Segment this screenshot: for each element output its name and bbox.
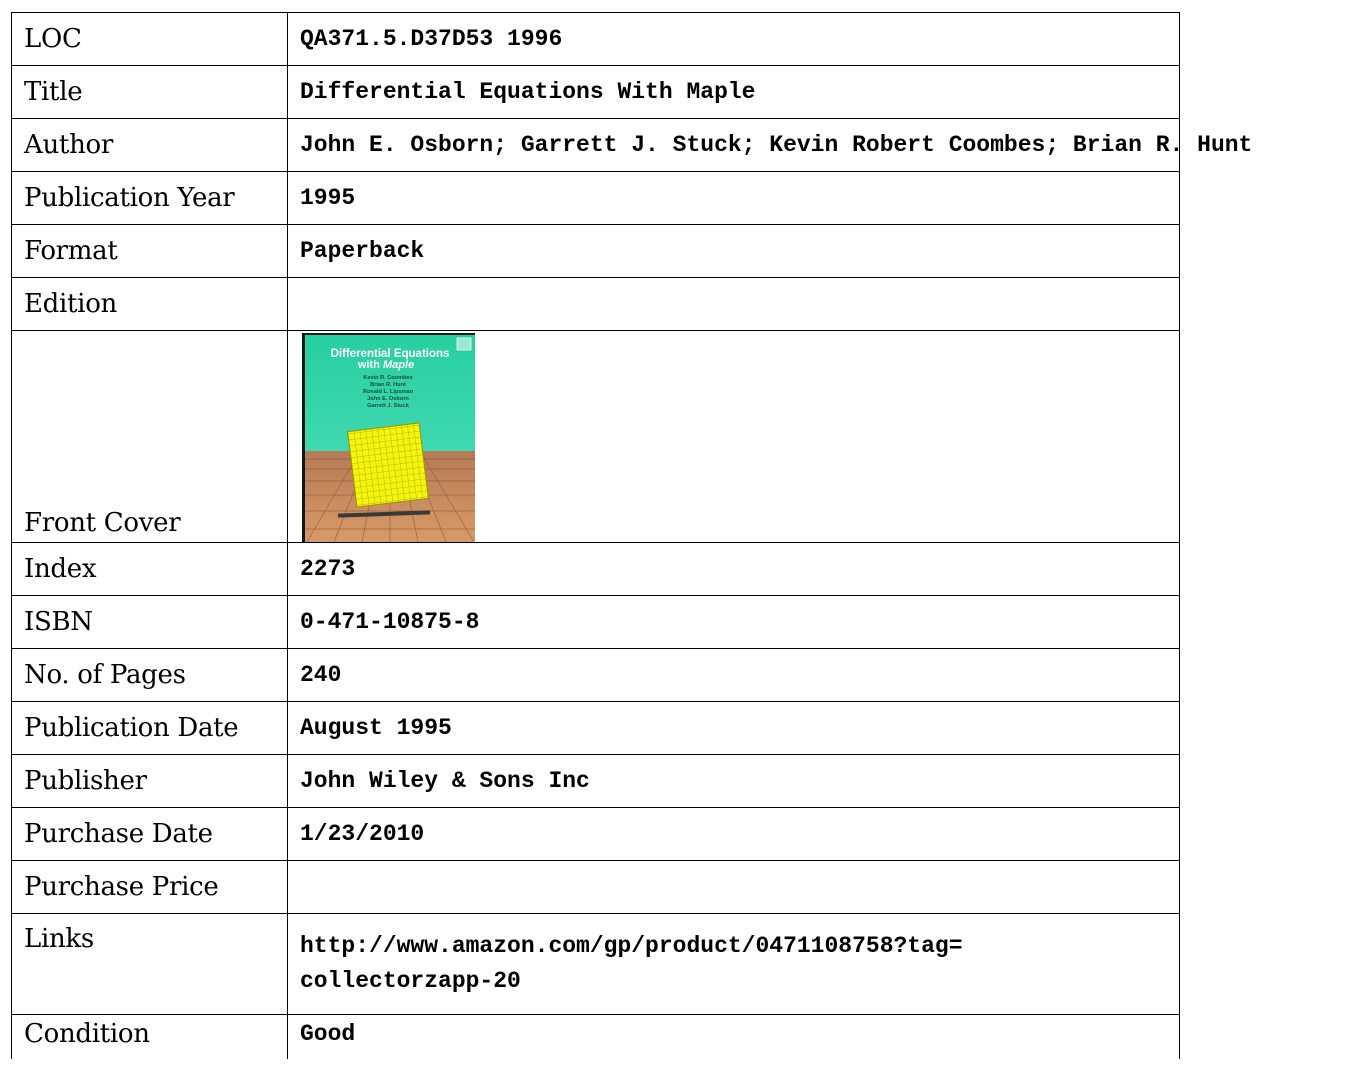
row-author: Author John E. Osborn; Garrett J. Stuck;… — [11, 118, 1252, 172]
row-publisher: Publisher John Wiley & Sons Inc — [11, 754, 1180, 808]
purchase-date-label: Purchase Date — [11, 807, 288, 861]
author-value: John E. Osborn; Garrett J. Stuck; Kevin … — [287, 118, 1252, 172]
links-value[interactable]: http://www.amazon.com/gp/product/0471108… — [287, 913, 1180, 1015]
publisher-value: John Wiley & Sons Inc — [287, 754, 1180, 808]
publisher-label: Publisher — [11, 754, 288, 808]
condition-label: Condition — [11, 1014, 288, 1059]
row-publication-year: Publication Year 1995 — [11, 171, 1180, 225]
format-value: Paperback — [287, 224, 1180, 278]
format-label: Format — [11, 224, 288, 278]
index-value: 2273 — [287, 542, 1180, 596]
row-links: Links http://www.amazon.com/gp/product/0… — [11, 913, 1180, 1015]
publication-year-value: 1995 — [287, 171, 1180, 225]
cover-author-5: Garrett J. Stuck — [367, 403, 410, 409]
purchase-price-value — [287, 860, 1180, 914]
cover-title-line2: with Maple — [357, 359, 414, 371]
front-cover-cell: Differential Equations with Maple Kevin … — [287, 330, 1180, 543]
row-edition: Edition — [11, 277, 1180, 331]
edition-label: Edition — [11, 277, 288, 331]
row-format: Format Paperback — [11, 224, 1180, 278]
condition-value: Good — [287, 1014, 1180, 1059]
row-condition: Condition Good — [11, 1014, 1180, 1059]
publication-year-label: Publication Year — [11, 171, 288, 225]
purchase-price-label: Purchase Price — [11, 860, 288, 914]
cover-author-3: Ronald L. Lipsman — [363, 389, 414, 395]
loc-value: QA371.5.D37D53 1996 — [287, 12, 1180, 66]
isbn-value: 0-471-10875-8 — [287, 595, 1180, 649]
cover-author-4: John E. Osborn — [367, 396, 409, 402]
purchase-date-value: 1/23/2010 — [287, 807, 1180, 861]
publication-date-value: August 1995 — [287, 701, 1180, 755]
author-label: Author — [11, 118, 288, 172]
front-cover-image: Differential Equations with Maple Kevin … — [302, 333, 475, 542]
pages-value: 240 — [287, 648, 1180, 702]
front-cover-label: Front Cover — [11, 330, 288, 543]
row-front-cover: Front Cover Differential Equations with … — [11, 330, 1180, 543]
publication-date-label: Publication Date — [11, 701, 288, 755]
title-label: Title — [11, 65, 288, 119]
row-isbn: ISBN 0-471-10875-8 — [11, 595, 1180, 649]
index-label: Index — [11, 542, 288, 596]
edition-value — [287, 277, 1180, 331]
link-url-line2[interactable]: collectorzapp-20 — [300, 968, 521, 994]
row-purchase-price: Purchase Price — [11, 860, 1180, 914]
row-index: Index 2273 — [11, 542, 1180, 596]
book-record-page: LOC QA371.5.D37D53 1996 Title Differenti… — [0, 0, 1359, 1076]
pages-label: No. of Pages — [11, 648, 288, 702]
link-url-line1[interactable]: http://www.amazon.com/gp/product/0471108… — [300, 933, 963, 959]
book-details-table: LOC QA371.5.D37D53 1996 Title Differenti… — [11, 12, 1252, 1059]
row-title: Title Differential Equations With Maple — [11, 65, 1180, 119]
row-pages: No. of Pages 240 — [11, 648, 1180, 702]
links-label: Links — [11, 913, 288, 1015]
row-publication-date: Publication Date August 1995 — [11, 701, 1180, 755]
row-loc: LOC QA371.5.D37D53 1996 — [11, 12, 1180, 66]
row-purchase-date: Purchase Date 1/23/2010 — [11, 807, 1180, 861]
cover-author-1: Kevin R. Coombes — [363, 375, 412, 381]
cover-author-2: Brian R. Hunt — [370, 382, 406, 388]
loc-label: LOC — [11, 12, 288, 66]
isbn-label: ISBN — [11, 595, 288, 649]
title-value: Differential Equations With Maple — [287, 65, 1180, 119]
